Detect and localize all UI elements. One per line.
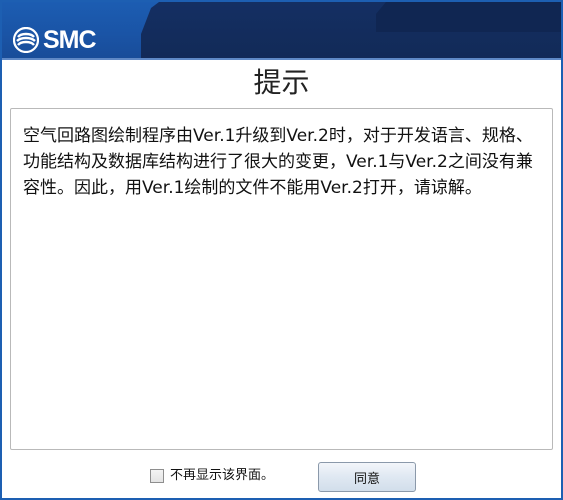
message-text: 空气回路图绘制程序由Ver.1升级到Ver.2时，对于开发语言、规格、功能结构及… [23,126,533,198]
smc-logo: SMC [13,26,97,54]
agree-button[interactable]: 同意 [318,462,416,492]
smc-logo-icon [13,27,39,53]
dont-show-again-option[interactable]: 不再显示该界面。 [150,468,274,484]
dialog-window: SMC 提示 空气回路图绘制程序由Ver.1升级到Ver.2时，对于开发语言、规… [0,0,563,500]
dialog-title: 提示 [2,60,561,106]
dont-show-again-checkbox[interactable] [150,469,164,483]
header-banner: SMC [2,2,561,60]
smc-logo-text: SMC [43,26,97,54]
header-dark-tab-inner [376,2,561,32]
message-panel: 空气回路图绘制程序由Ver.1升级到Ver.2时，对于开发语言、规格、功能结构及… [10,108,553,450]
dialog-footer: 不再显示该界面。 同意 [2,454,561,498]
dont-show-again-label: 不再显示该界面。 [170,468,275,483]
